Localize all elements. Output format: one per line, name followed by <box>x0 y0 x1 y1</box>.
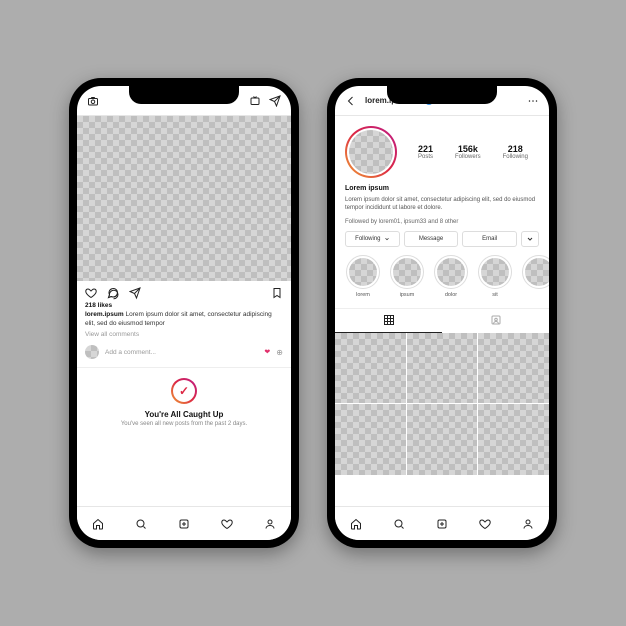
followers-count: 156k <box>455 144 481 154</box>
profile-name: Lorem ipsum <box>345 184 539 194</box>
plus-mini-icon[interactable]: ⊕ <box>276 348 283 357</box>
likes-count[interactable]: 218 likes <box>85 301 283 310</box>
highlight-label: dolor <box>433 292 469 298</box>
profile-picture <box>349 130 393 174</box>
highlight-label: sit <box>477 292 513 298</box>
profile-stats: 221 Posts 156k Followers 218 Following <box>407 126 539 178</box>
caught-up-panel: ✓ You're All Caught Up You've seen all n… <box>77 367 291 433</box>
view-all-comments[interactable]: View all comments <box>85 330 283 339</box>
post-actions <box>77 281 291 301</box>
add-comment-placeholder[interactable]: Add a comment... <box>105 349 258 356</box>
profile-picture-ring[interactable] <box>345 126 397 178</box>
post-caption: lorem.ipsum Lorem ipsum dolor sit amet, … <box>85 310 283 328</box>
following-label: Following <box>503 154 528 160</box>
chevron-down-icon <box>526 235 534 243</box>
highlight-item[interactable]: sit <box>477 255 513 298</box>
profile-bio: Lorem ipsum Lorem ipsum dolor sit amet, … <box>335 182 549 219</box>
highlight-label: ipsum <box>389 292 425 298</box>
grid-photo[interactable] <box>335 333 406 404</box>
caught-up-icon: ✓ <box>171 378 197 404</box>
grid-photo[interactable] <box>407 333 478 404</box>
highlight-label: lorem <box>345 292 381 298</box>
grid-photo[interactable] <box>335 404 406 475</box>
suggested-button[interactable] <box>521 231 539 247</box>
post-image[interactable] <box>77 116 291 281</box>
phone-feed: 218 likes lorem.ipsum Lorem ipsum dolor … <box>69 78 299 548</box>
profile-grid-tabs <box>335 308 549 333</box>
posts-count: 221 <box>418 144 433 154</box>
send-icon[interactable] <box>269 95 281 107</box>
activity-icon[interactable] <box>221 518 233 530</box>
following-label: Following <box>355 236 380 242</box>
home-icon[interactable] <box>92 518 104 530</box>
followed-by[interactable]: Followed by lorem01, ipsum33 and 8 other <box>335 219 549 231</box>
message-button[interactable]: Message <box>404 231 459 247</box>
notch <box>387 86 497 104</box>
search-icon[interactable] <box>135 518 147 530</box>
photo-grid <box>335 333 549 475</box>
comment-icon[interactable] <box>107 287 119 299</box>
email-label: Email <box>482 236 497 242</box>
chevron-down-icon <box>384 236 390 242</box>
screen-profile: lorem.ipsum99 ✓ 221 Posts <box>335 86 549 540</box>
highlight-item[interactable]: ipsum <box>389 255 425 298</box>
highlight-item[interactable]: lorem <box>345 255 381 298</box>
stat-following[interactable]: 218 Following <box>503 144 528 160</box>
caught-up-subtitle: You've seen all new posts from the past … <box>89 421 279 427</box>
grid-photo[interactable] <box>478 333 549 404</box>
caught-up-title: You're All Caught Up <box>89 410 279 419</box>
highlight-item[interactable]: dolor <box>433 255 469 298</box>
home-icon[interactable] <box>350 518 362 530</box>
profile-header: 221 Posts 156k Followers 218 Following <box>335 116 549 182</box>
tab-tagged[interactable] <box>442 309 549 333</box>
grid-photo[interactable] <box>478 404 549 475</box>
tab-grid[interactable] <box>335 309 442 333</box>
posts-label: Posts <box>418 154 433 160</box>
following-button[interactable]: Following <box>345 231 400 247</box>
camera-icon[interactable] <box>87 95 99 107</box>
bottom-nav <box>77 506 291 540</box>
stat-followers[interactable]: 156k Followers <box>455 144 481 160</box>
phone-profile: lorem.ipsum99 ✓ 221 Posts <box>327 78 557 548</box>
comment-avatar <box>85 345 99 359</box>
stat-posts[interactable]: 221 Posts <box>418 144 433 160</box>
bottom-nav <box>335 506 549 540</box>
back-icon[interactable] <box>345 95 357 107</box>
caption-username[interactable]: lorem.ipsum <box>85 311 124 318</box>
profile-icon[interactable] <box>522 518 534 530</box>
profile-bio-text: Lorem ipsum dolor sit amet, consectetur … <box>345 196 539 213</box>
message-label: Message <box>419 236 443 242</box>
highlight-item[interactable] <box>521 255 549 298</box>
profile-icon[interactable] <box>264 518 276 530</box>
post-meta: 218 likes lorem.ipsum Lorem ipsum dolor … <box>77 301 291 339</box>
highlights-row: lorem ipsum dolor sit <box>335 255 549 308</box>
following-count: 218 <box>503 144 528 154</box>
activity-icon[interactable] <box>479 518 491 530</box>
screen-feed: 218 likes lorem.ipsum Lorem ipsum dolor … <box>77 86 291 540</box>
grid-photo[interactable] <box>407 404 478 475</box>
add-post-icon[interactable] <box>178 518 190 530</box>
notch <box>129 86 239 104</box>
search-icon[interactable] <box>393 518 405 530</box>
add-comment-row[interactable]: Add a comment... ❤ ⊕ <box>77 339 291 367</box>
followers-label: Followers <box>455 154 481 160</box>
bookmark-icon[interactable] <box>271 287 283 299</box>
igtv-icon[interactable] <box>249 95 261 107</box>
heart-mini-icon[interactable]: ❤ <box>264 348 270 356</box>
add-post-icon[interactable] <box>436 518 448 530</box>
share-icon[interactable] <box>129 287 141 299</box>
check-icon: ✓ <box>179 384 189 398</box>
profile-buttons: Following Message Email <box>335 231 549 255</box>
more-icon[interactable] <box>527 95 539 107</box>
email-button[interactable]: Email <box>462 231 517 247</box>
like-icon[interactable] <box>85 287 97 299</box>
